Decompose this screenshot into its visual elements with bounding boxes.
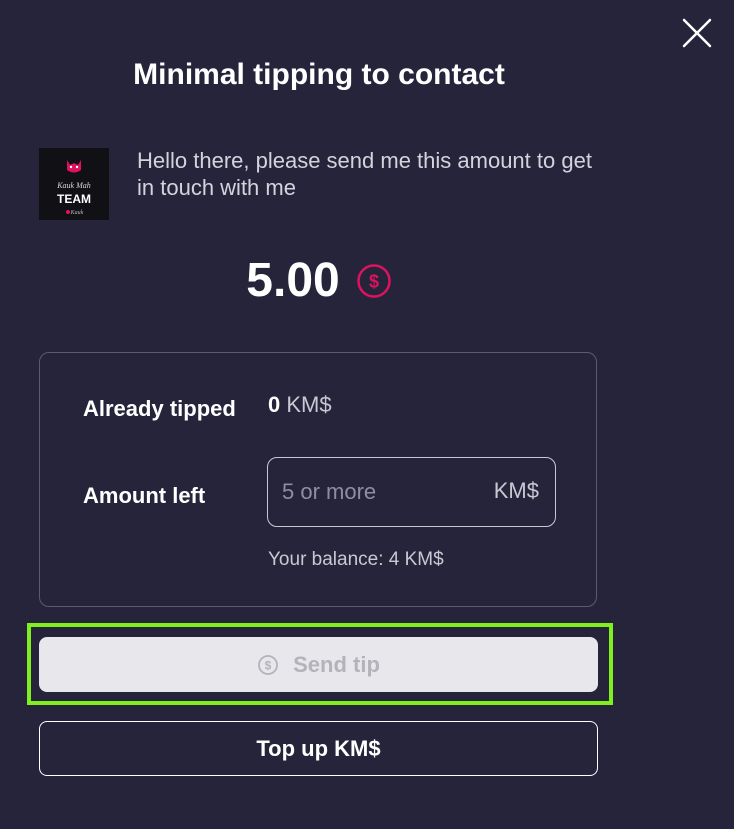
dialog-title: Minimal tipping to contact (133, 58, 505, 91)
top-up-button[interactable]: Top up KM$ (39, 721, 598, 776)
top-up-label: Top up KM$ (256, 735, 381, 761)
contact-message: Hello there, please send me this amount … (137, 148, 592, 200)
balance-text: Your balance: 4 KM$ (268, 549, 444, 570)
tip-details-card: Already tipped 0 KM$ Amount left KM$ You… (39, 352, 597, 607)
amount-left-label: Amount left (83, 483, 206, 508)
required-amount: 5.00 $ (0, 251, 638, 311)
already-tipped-amount: 0 (268, 392, 281, 417)
amount-left-field[interactable]: KM$ (267, 457, 556, 527)
dollar-coin-icon: $ (258, 654, 279, 675)
already-tipped-label: Already tipped (83, 396, 236, 421)
avatar: Kauk Mah TEAM Kauk (39, 148, 109, 220)
amount-left-unit: KM$ (493, 478, 539, 503)
already-tipped-unit: KM$ (286, 392, 332, 417)
dollar-coin-icon: $ (356, 264, 391, 298)
amount-value: 5.00 (246, 254, 340, 307)
close-icon (682, 18, 712, 48)
send-tip-button[interactable]: $ Send tip (39, 637, 598, 692)
avatar-script-line: Kauk Mah (56, 181, 91, 190)
avatar-team-text: TEAM (57, 192, 91, 206)
already-tipped-value: 0 KM$ (268, 392, 332, 418)
avatar-small-line: Kauk (70, 210, 84, 216)
close-button[interactable] (680, 16, 714, 50)
send-tip-label: Send tip (293, 651, 380, 677)
amount-left-input[interactable] (282, 458, 472, 526)
svg-text:$: $ (369, 272, 379, 292)
svg-text:$: $ (265, 658, 272, 672)
